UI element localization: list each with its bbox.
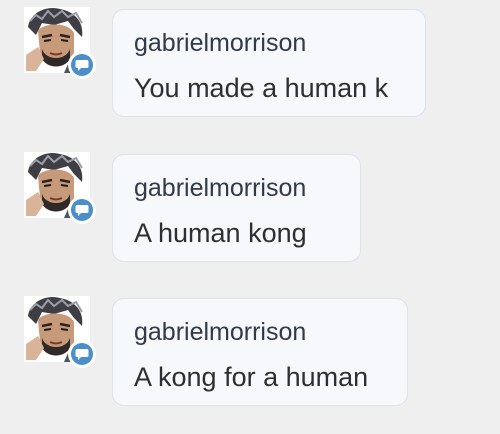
avatar-with-badge[interactable] xyxy=(24,152,96,228)
avatar-with-badge[interactable] xyxy=(24,296,96,372)
chat-message: gabrielmorrison You made a human k xyxy=(0,3,500,117)
message-text: A kong for a human xyxy=(134,362,369,392)
message-bubble[interactable]: gabrielmorrison A kong for a human xyxy=(112,298,408,406)
message-text: You made a human k xyxy=(134,73,389,103)
message-username[interactable]: gabrielmorrison xyxy=(134,316,386,348)
chat-bubble-icon xyxy=(75,60,89,71)
chat-badge xyxy=(68,340,96,368)
chat-badge xyxy=(68,51,96,79)
message-username[interactable]: gabrielmorrison xyxy=(134,172,339,204)
chat-bubble-icon xyxy=(75,205,89,216)
message-bubble[interactable]: gabrielmorrison A human kong xyxy=(112,154,361,262)
chat-bubble-icon xyxy=(75,349,89,360)
chat-message: gabrielmorrison A human kong xyxy=(0,148,500,262)
chat-badge xyxy=(68,196,96,224)
chat-message: gabrielmorrison A kong for a human xyxy=(0,292,500,406)
message-text: A human kong xyxy=(134,218,307,248)
message-username[interactable]: gabrielmorrison xyxy=(134,27,404,59)
avatar-with-badge[interactable] xyxy=(24,7,96,83)
message-bubble[interactable]: gabrielmorrison You made a human k xyxy=(112,9,426,117)
